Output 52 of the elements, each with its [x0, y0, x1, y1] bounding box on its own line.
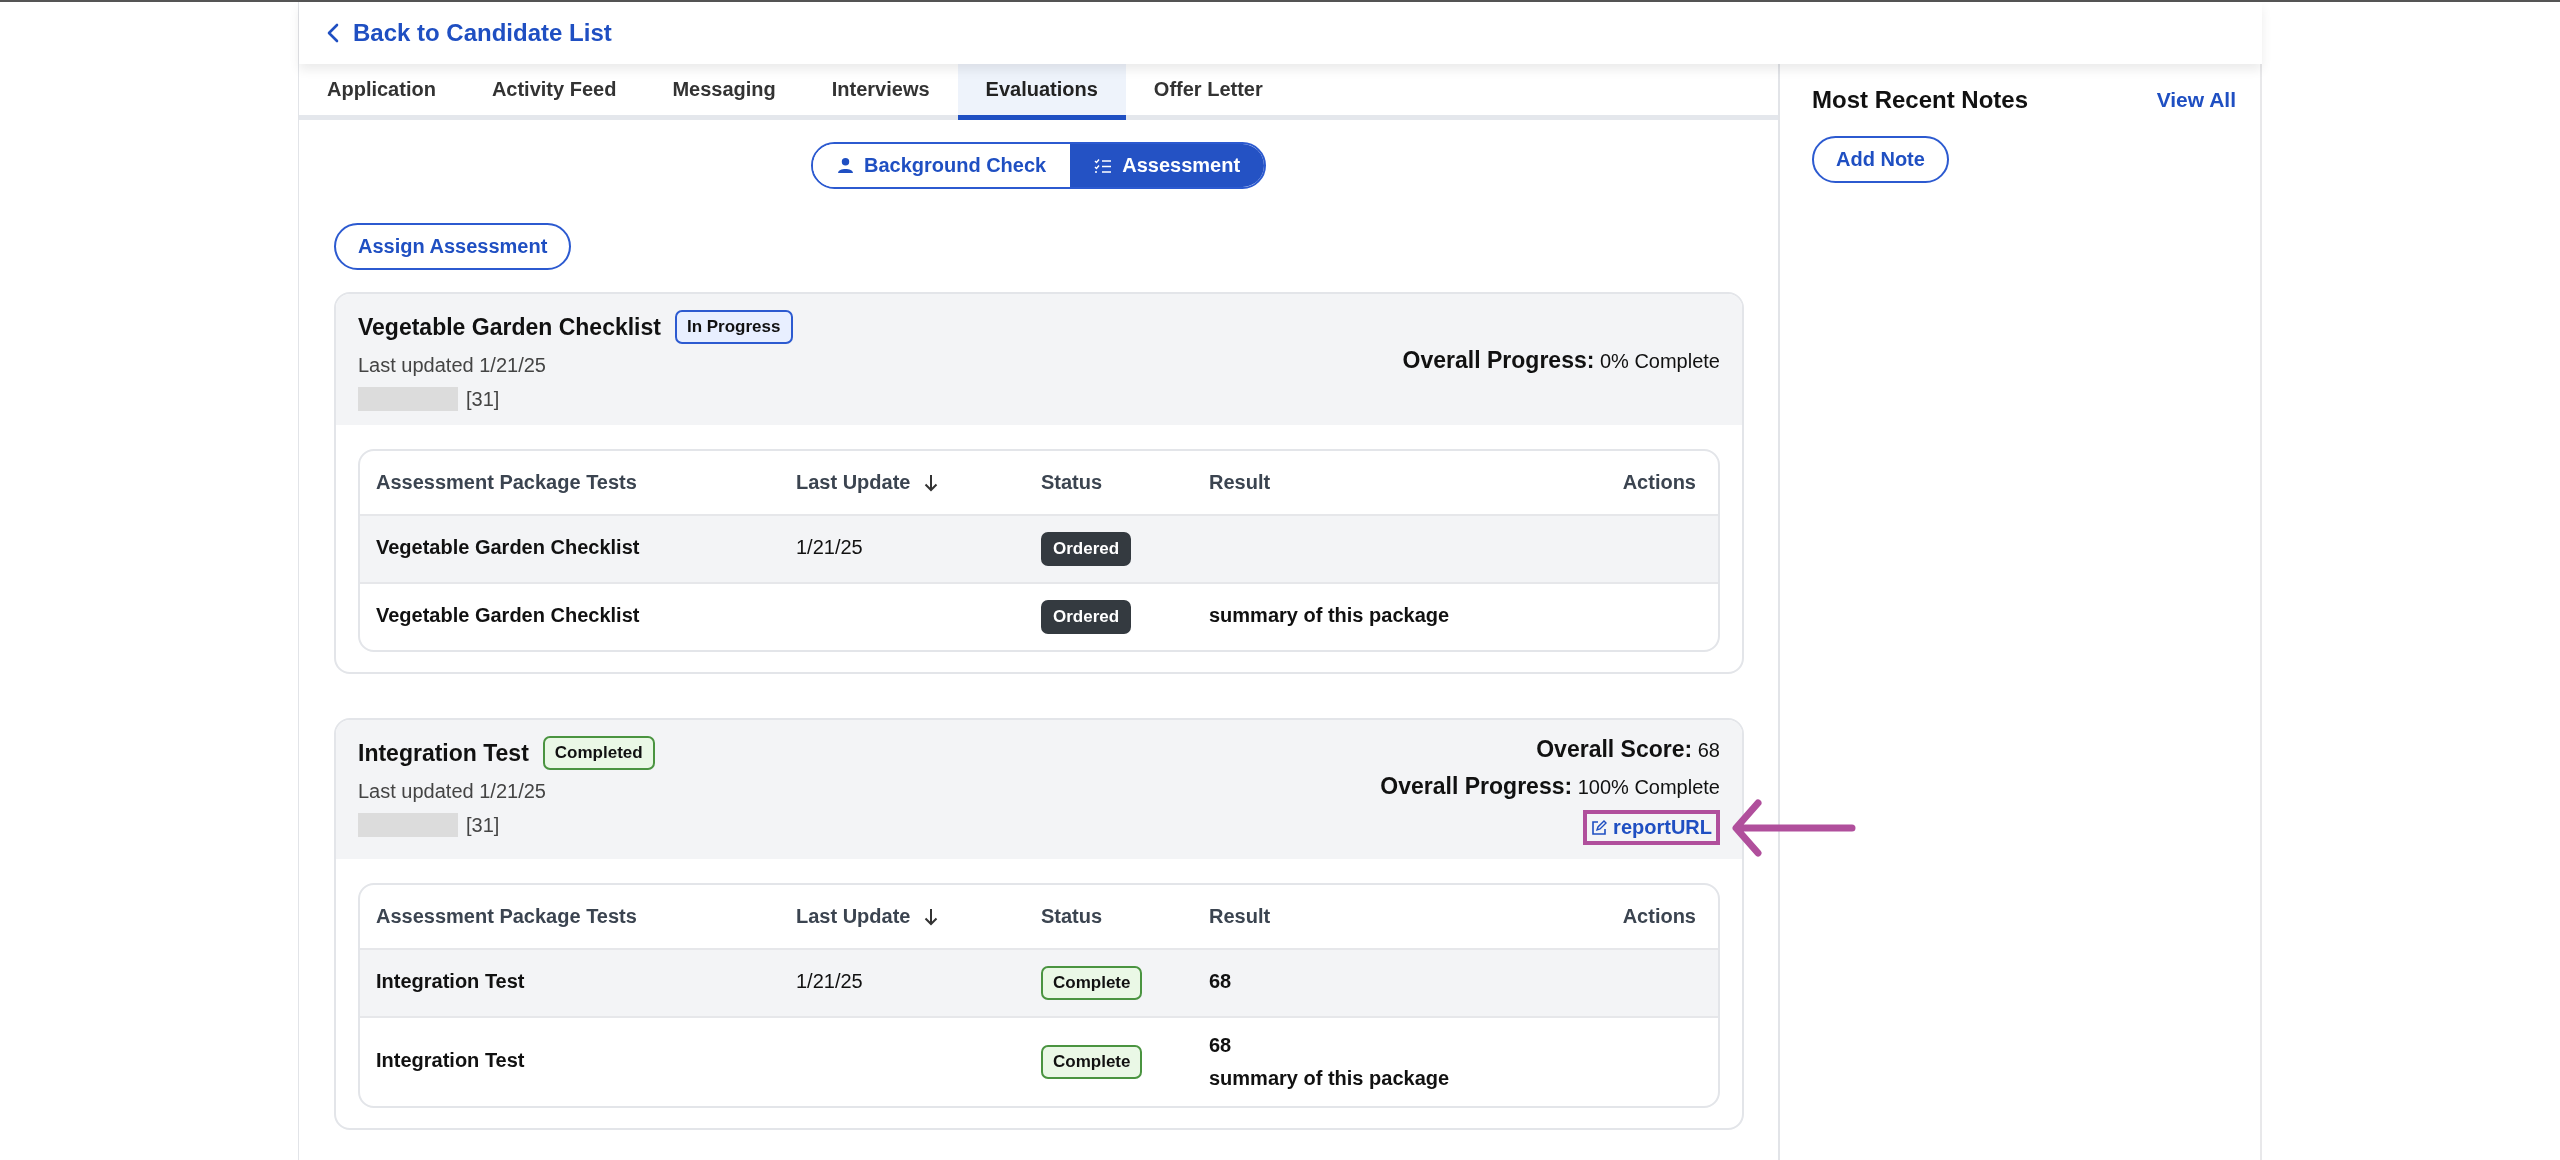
- status-badge: Complete: [1041, 966, 1143, 1000]
- column-header[interactable]: Last Update: [780, 885, 1025, 948]
- overall-score-text: Overall Score: 68: [1536, 736, 1720, 763]
- count-text: [31]: [466, 387, 500, 411]
- notes-heading: Most Recent Notes: [1812, 86, 2029, 114]
- table-cell: 1/21/25: [796, 536, 863, 558]
- overall-progress-text: Overall Progress: 0% Complete: [1402, 347, 1720, 374]
- column-header[interactable]: Assessment Package Tests: [360, 451, 780, 514]
- edit-icon: [1591, 819, 1608, 836]
- result-text: summary of this package: [1209, 1067, 1451, 1090]
- tab[interactable]: Application: [299, 64, 464, 120]
- status-badge: Complete: [1041, 1045, 1143, 1079]
- last-updated-text: Last updated 1/21/25: [358, 780, 547, 803]
- table-cell-text: Vegetable Garden Checklist: [375, 603, 641, 628]
- result-text: summary of this package: [1209, 604, 1451, 627]
- chevron-left-icon: [327, 23, 339, 43]
- checklist-icon: [1094, 157, 1113, 174]
- result-text: 68: [1209, 1034, 1233, 1057]
- tab[interactable]: Activity Feed: [463, 64, 645, 120]
- view-all-link[interactable]: View All: [2156, 88, 2236, 112]
- last-updated-text: Last updated 1/21/25: [358, 354, 547, 377]
- column-header[interactable]: Last Update: [780, 451, 1025, 514]
- tab[interactable]: Interviews: [803, 64, 958, 120]
- column-header[interactable]: Actions: [1548, 451, 1718, 514]
- person-icon: [836, 157, 854, 174]
- count-text: [31]: [466, 813, 500, 837]
- status-badge: Ordered: [1041, 532, 1132, 566]
- tab[interactable]: Messaging: [644, 64, 804, 120]
- status-badge: In Progress: [674, 310, 793, 344]
- overall-progress-text: Overall Progress: 100% Complete: [1380, 773, 1720, 800]
- column-header[interactable]: Actions: [1548, 885, 1718, 948]
- table-cell-text: Integration Test: [375, 969, 526, 994]
- assign-assessment-button[interactable]: Assign Assessment: [334, 223, 572, 270]
- result-text: 68: [1209, 970, 1233, 993]
- column-header[interactable]: Result: [1193, 885, 1548, 948]
- tab[interactable]: Offer Letter: [1125, 64, 1291, 120]
- column-header[interactable]: Status: [1025, 885, 1193, 948]
- add-note-button[interactable]: Add Note: [1812, 136, 1949, 183]
- status-badge: Ordered: [1041, 600, 1132, 634]
- column-header[interactable]: Assessment Package Tests: [360, 885, 780, 948]
- assessment-title: Vegetable Garden Checklist: [358, 313, 661, 341]
- table-cell: 1/21/25: [796, 970, 863, 992]
- status-badge: Completed: [542, 736, 655, 770]
- table-cell-text: Vegetable Garden Checklist: [375, 535, 641, 560]
- column-header[interactable]: Status: [1025, 451, 1193, 514]
- assessment-title: Integration Test: [358, 739, 529, 767]
- report-link[interactable]: reportURL: [1583, 810, 1720, 845]
- segment-button[interactable]: Assessment: [1070, 144, 1265, 187]
- column-header[interactable]: Result: [1193, 451, 1548, 514]
- back-link[interactable]: Back to Candidate List: [327, 19, 612, 47]
- table-cell-text: Integration Test: [375, 1048, 526, 1073]
- tab[interactable]: Evaluations: [957, 64, 1126, 120]
